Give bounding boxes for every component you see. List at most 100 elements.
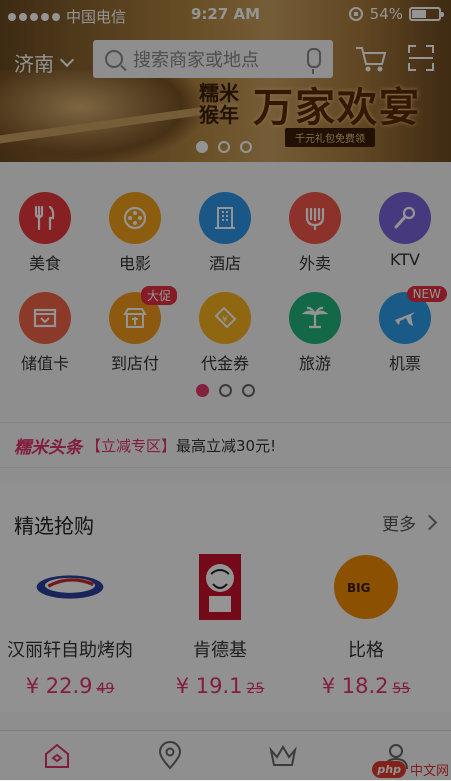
category-label: 美食 — [28, 254, 61, 273]
deal-price: ¥ 18.2 55 — [296, 674, 436, 698]
category-label: 储值卡 — [20, 354, 69, 373]
city-selector[interactable]: 济南 — [14, 48, 75, 77]
banner-brand: 糯米猴年 — [199, 81, 239, 127]
hanlixuan-logo — [35, 552, 105, 622]
category-icon-bg: ¥ — [199, 292, 251, 344]
film-reel-icon — [123, 206, 147, 230]
category-pagination[interactable] — [196, 384, 255, 397]
more-link[interactable]: 更多 — [382, 510, 438, 535]
headline-text: 最高立减30元! — [176, 436, 277, 455]
category-icon-bg: NEW — [379, 286, 447, 344]
category-travel[interactable]: 旅游 — [270, 292, 360, 374]
category-page-dot-1[interactable] — [196, 384, 209, 397]
category-icon-bg — [19, 292, 71, 344]
banner-dot-2[interactable] — [218, 141, 230, 153]
watermark: php 中文网 — [372, 760, 449, 779]
category-label: 代金券 — [200, 354, 249, 373]
svg-text:BIG: BIG — [347, 581, 370, 595]
deal-name: 比格 — [348, 640, 384, 661]
new-badge: NEW — [406, 286, 447, 302]
city-name: 济南 — [14, 52, 54, 76]
original-price: 25 — [246, 681, 265, 697]
category-icon-bg — [379, 192, 431, 244]
category-icon-bg — [19, 192, 71, 244]
category-pay-in-store[interactable]: 大促 到店付 — [90, 286, 180, 374]
original-price: 55 — [392, 681, 411, 697]
card-icon — [33, 308, 57, 328]
deal-name: 肯德基 — [193, 640, 247, 661]
category-icon-bg — [199, 192, 251, 244]
category-page-dot-3[interactable] — [242, 384, 255, 397]
category-label: 外卖 — [298, 254, 331, 273]
headline-logo: 糯米头条 — [14, 437, 82, 458]
search-placeholder: 搜索商家或地点 — [133, 50, 259, 71]
watermark-text: 中文网 — [409, 764, 449, 779]
deal-card[interactable]: 汉丽轩自助烤肉 ¥ 22.9 49 — [0, 552, 140, 698]
bige-logo: BIG — [331, 552, 401, 622]
airplane-icon — [395, 312, 415, 326]
palm-tree-icon — [301, 306, 329, 329]
status-bar: 中国电信 9:27 AM 54% — [0, 0, 451, 30]
banner-dot-1[interactable] — [196, 141, 208, 153]
tab-bar: php 中文网 — [0, 730, 451, 781]
building-icon — [215, 207, 235, 229]
category-icon-bg — [289, 292, 341, 344]
banner-pagination[interactable] — [196, 141, 252, 153]
current-price: ¥ 22.9 — [25, 674, 93, 698]
cart-icon[interactable] — [354, 44, 388, 74]
deal-price: ¥ 22.9 49 — [0, 674, 140, 698]
category-label: 电影 — [118, 254, 151, 273]
category-takeout[interactable]: 外卖 — [270, 192, 360, 274]
category-ktv[interactable]: KTV — [360, 192, 450, 269]
current-price: ¥ 19.1 — [175, 674, 243, 698]
top-bar: 济南 搜索商家或地点 — [0, 38, 451, 84]
category-grid: 美食 电影 酒店 外卖 KTV 储值卡 大促 到店付 ¥ 代金券 旅游 NEW … — [0, 162, 451, 420]
home-icon[interactable] — [42, 741, 72, 771]
category-food[interactable]: 美食 — [0, 192, 90, 274]
shop-icon — [123, 308, 147, 328]
category-label: 酒店 — [208, 254, 241, 273]
category-icon-bg — [289, 192, 341, 244]
banner-subtitle: 千元礼包免费领 — [285, 128, 375, 147]
battery-percent: 54% — [369, 5, 403, 23]
section-title: 精选抢购 — [14, 514, 94, 538]
category-label: KTV — [390, 250, 420, 269]
takeout-icon — [305, 207, 325, 231]
deal-name: 汉丽轩自助烤肉 — [7, 640, 133, 661]
category-icon-bg — [109, 192, 161, 244]
category-label: 到店付 — [110, 354, 159, 373]
watermark-badge: php — [372, 761, 406, 778]
voucher-icon: ¥ — [214, 306, 237, 329]
svg-text:¥: ¥ — [222, 315, 228, 325]
crown-icon[interactable] — [268, 741, 298, 771]
promo-badge: 大促 — [140, 286, 177, 305]
microphone-icon[interactable] — [307, 48, 321, 74]
category-flight[interactable]: NEW 机票 — [360, 286, 450, 374]
battery-icon — [409, 7, 444, 21]
category-stored-value-card[interactable]: 储值卡 — [0, 292, 90, 374]
kfc-logo — [185, 552, 255, 622]
original-price: 49 — [96, 681, 115, 697]
headline-tag: 【立减专区】 — [86, 436, 177, 455]
category-label: 机票 — [388, 354, 421, 373]
banner-dot-3[interactable] — [240, 141, 252, 153]
deal-card[interactable]: BIG 比格 ¥ 18.2 55 — [296, 552, 436, 698]
more-label: 更多 — [382, 515, 416, 535]
category-movie[interactable]: 电影 — [90, 192, 180, 274]
rotation-lock-icon — [348, 7, 363, 21]
current-price: ¥ 18.2 — [321, 674, 389, 698]
microphone-icon — [394, 206, 416, 229]
headline-ticker[interactable]: 糯米头条 【立减专区】 最高立减30元! — [0, 422, 451, 468]
deal-card[interactable]: 肯德基 ¥ 19.1 25 — [150, 552, 290, 698]
category-page-dot-2[interactable] — [219, 384, 232, 397]
search-icon — [105, 50, 123, 68]
category-label: 旅游 — [298, 354, 331, 373]
category-hotel[interactable]: 酒店 — [180, 192, 270, 274]
category-voucher[interactable]: ¥ 代金券 — [180, 292, 270, 374]
category-icon-bg: 大促 — [109, 286, 177, 344]
scan-icon[interactable] — [407, 44, 435, 72]
location-icon[interactable] — [155, 741, 185, 771]
search-input[interactable]: 搜索商家或地点 — [93, 40, 333, 78]
deal-price: ¥ 19.1 25 — [150, 674, 290, 698]
chevron-right-icon — [421, 514, 438, 531]
